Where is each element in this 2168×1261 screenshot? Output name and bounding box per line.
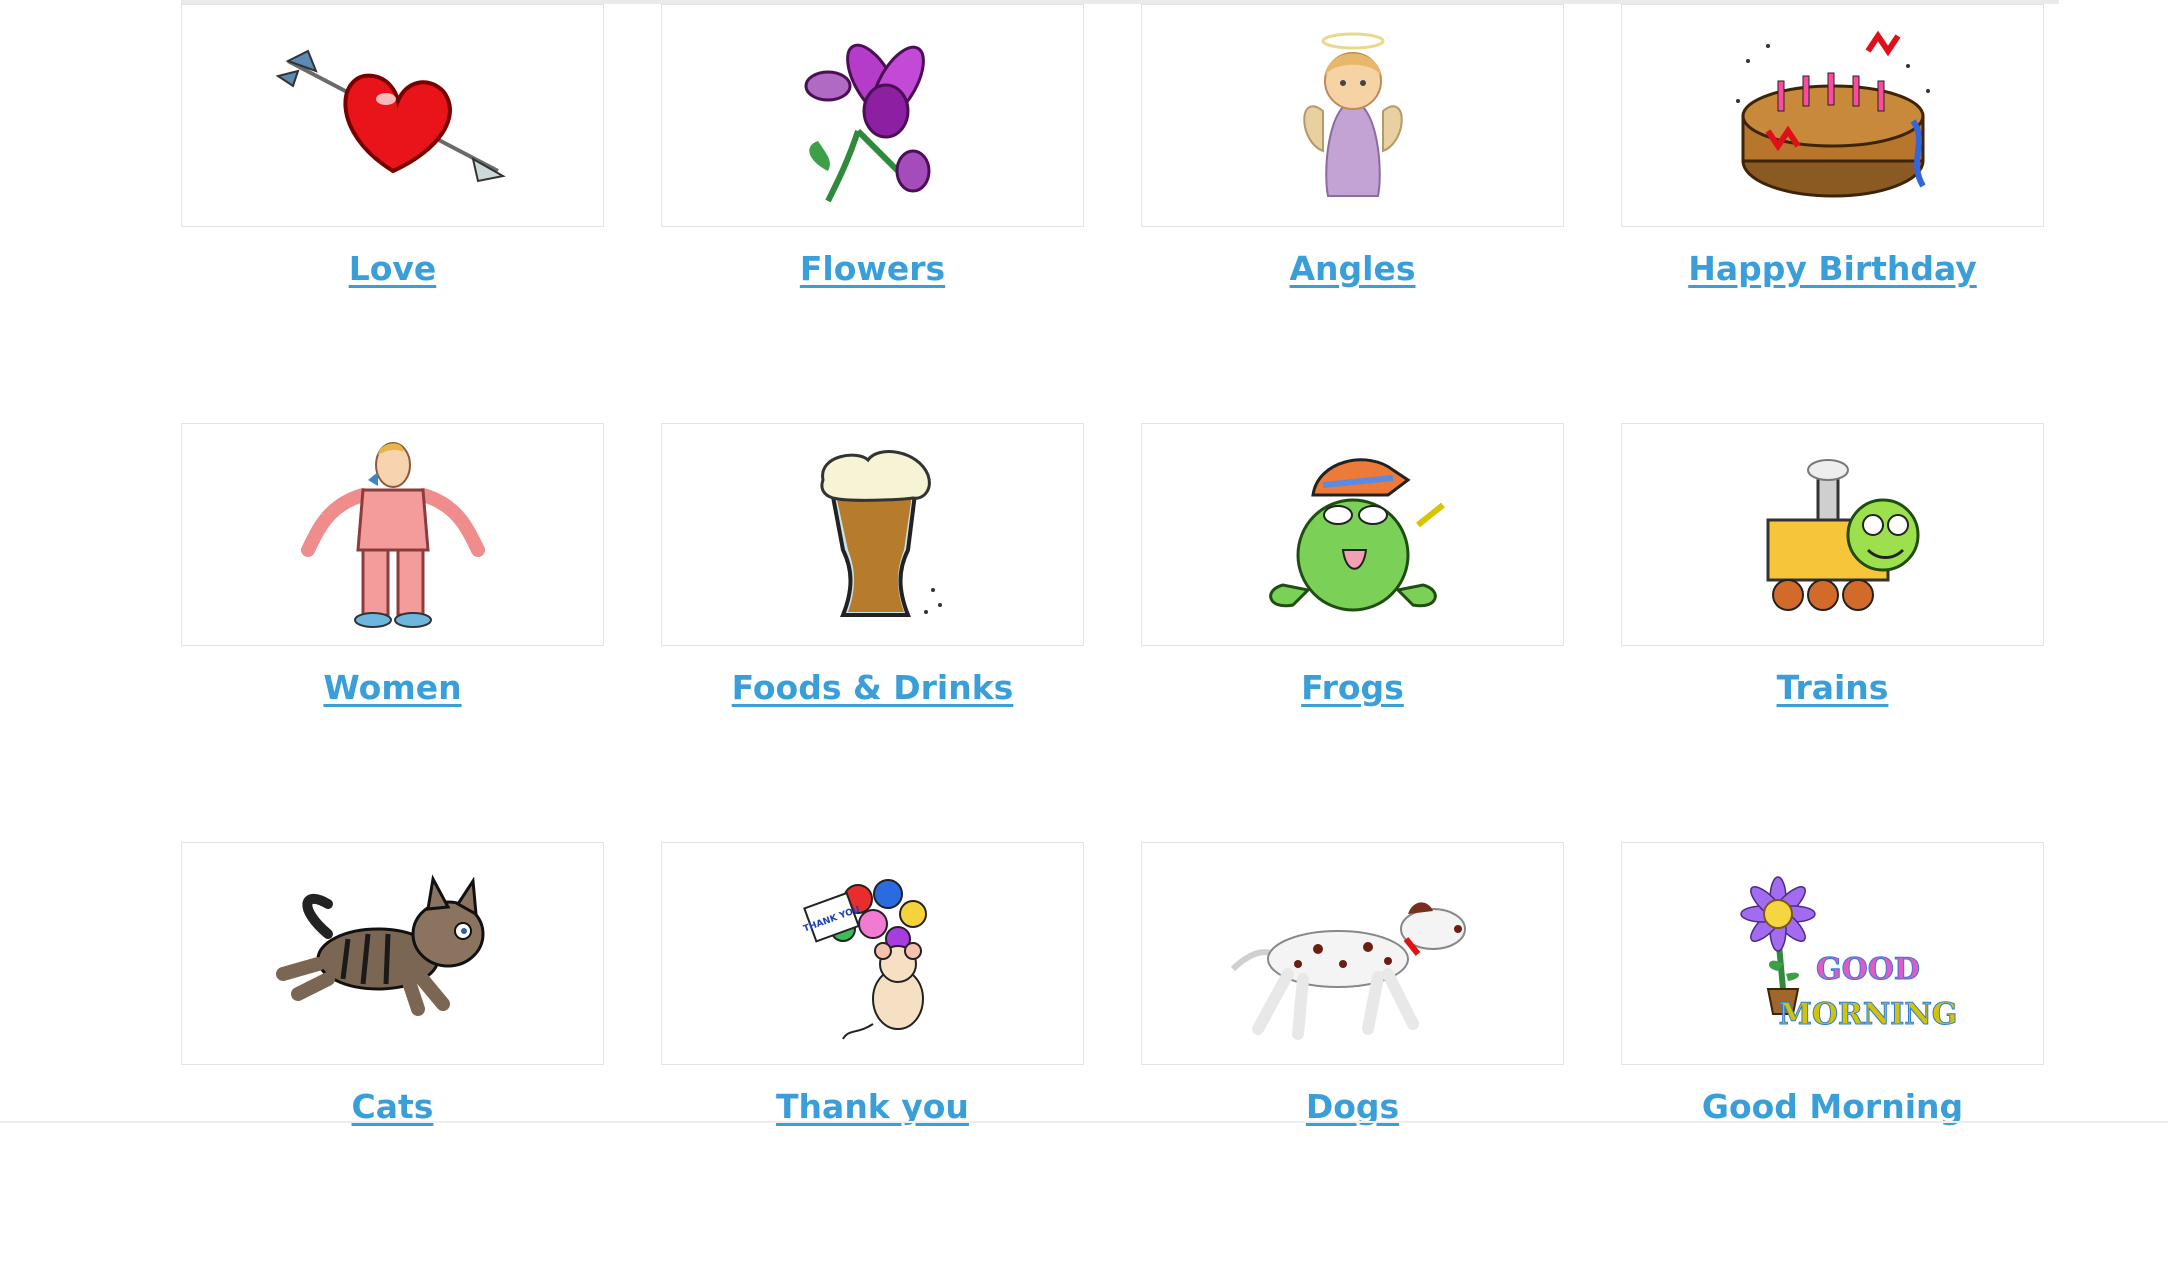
train-icon [1766, 458, 1919, 611]
grid-row: Love Flowers Angles Happy Birthday [181, 4, 2044, 288]
category-card-angles: Angles [1141, 4, 1564, 288]
angel-icon [1302, 32, 1403, 197]
category-thumbnail-dogs[interactable] [1141, 842, 1564, 1065]
morning-text: MORNING [1778, 997, 1957, 1032]
category-thumbnail-angles[interactable] [1141, 4, 1564, 227]
category-card-women: Women [181, 423, 604, 707]
category-thumbnail-trains[interactable] [1621, 423, 2044, 646]
category-link-flowers[interactable]: Flowers [661, 249, 1084, 288]
grid-row: Cats THANK YOU Thank you Dogs GOOD MORNI… [181, 842, 2044, 1126]
category-card-love: Love [181, 4, 604, 288]
category-link-love[interactable]: Love [181, 249, 604, 288]
category-thumbnail-thank-you[interactable]: THANK YOU [661, 842, 1084, 1065]
category-card-trains: Trains [1621, 423, 2044, 707]
frog-icon [1268, 457, 1445, 611]
category-card-foods-drinks: Foods & Drinks [661, 423, 1084, 707]
category-thumbnail-cats[interactable] [181, 842, 604, 1065]
woman-icon [300, 441, 485, 628]
category-link-trains[interactable]: Trains [1621, 668, 2044, 707]
category-thumbnail-good-morning[interactable]: GOOD MORNING [1621, 842, 2044, 1065]
category-link-angles[interactable]: Angles [1141, 249, 1564, 288]
category-card-good-morning: GOOD MORNING Good Morning [1621, 842, 2044, 1126]
category-card-dogs: Dogs [1141, 842, 1564, 1126]
category-link-foods-drinks[interactable]: Foods & Drinks [661, 668, 1084, 707]
category-card-happy-birthday: Happy Birthday [1621, 4, 2044, 288]
orchid-flower-icon [804, 43, 930, 202]
beer-glass-icon [819, 449, 942, 617]
good-text: GOOD [1816, 952, 1920, 987]
category-link-happy-birthday[interactable]: Happy Birthday [1621, 249, 2044, 288]
birthday-cake-icon [1735, 30, 1930, 197]
bottom-divider [0, 1121, 2168, 1123]
category-card-cats: Cats [181, 842, 604, 1126]
category-thumbnail-frogs[interactable] [1141, 423, 1564, 646]
category-thumbnail-love[interactable] [181, 4, 604, 227]
dalmatian-dog-icon [1230, 901, 1466, 1040]
category-thumbnail-happy-birthday[interactable] [1621, 4, 2044, 227]
category-thumbnail-flowers[interactable] [661, 4, 1084, 227]
category-card-frogs: Frogs [1141, 423, 1564, 707]
category-link-women[interactable]: Women [181, 668, 604, 707]
thank-you-bouquet-icon: THANK YOU [802, 878, 927, 1040]
category-thumbnail-women[interactable] [181, 423, 604, 646]
cat-icon [275, 873, 484, 1016]
category-card-flowers: Flowers [661, 4, 1084, 288]
category-thumbnail-foods-drinks[interactable] [661, 423, 1084, 646]
heart-arrow-icon [275, 49, 506, 182]
category-link-frogs[interactable]: Frogs [1141, 668, 1564, 707]
category-grid: Love Flowers Angles Happy Birthday Women… [181, 4, 2044, 1261]
good-morning-flower-icon: GOOD MORNING [1739, 875, 1957, 1032]
grid-row: Women Foods & Drinks Frogs Trains [181, 423, 2044, 707]
category-card-thank-you: THANK YOU Thank you [661, 842, 1084, 1126]
